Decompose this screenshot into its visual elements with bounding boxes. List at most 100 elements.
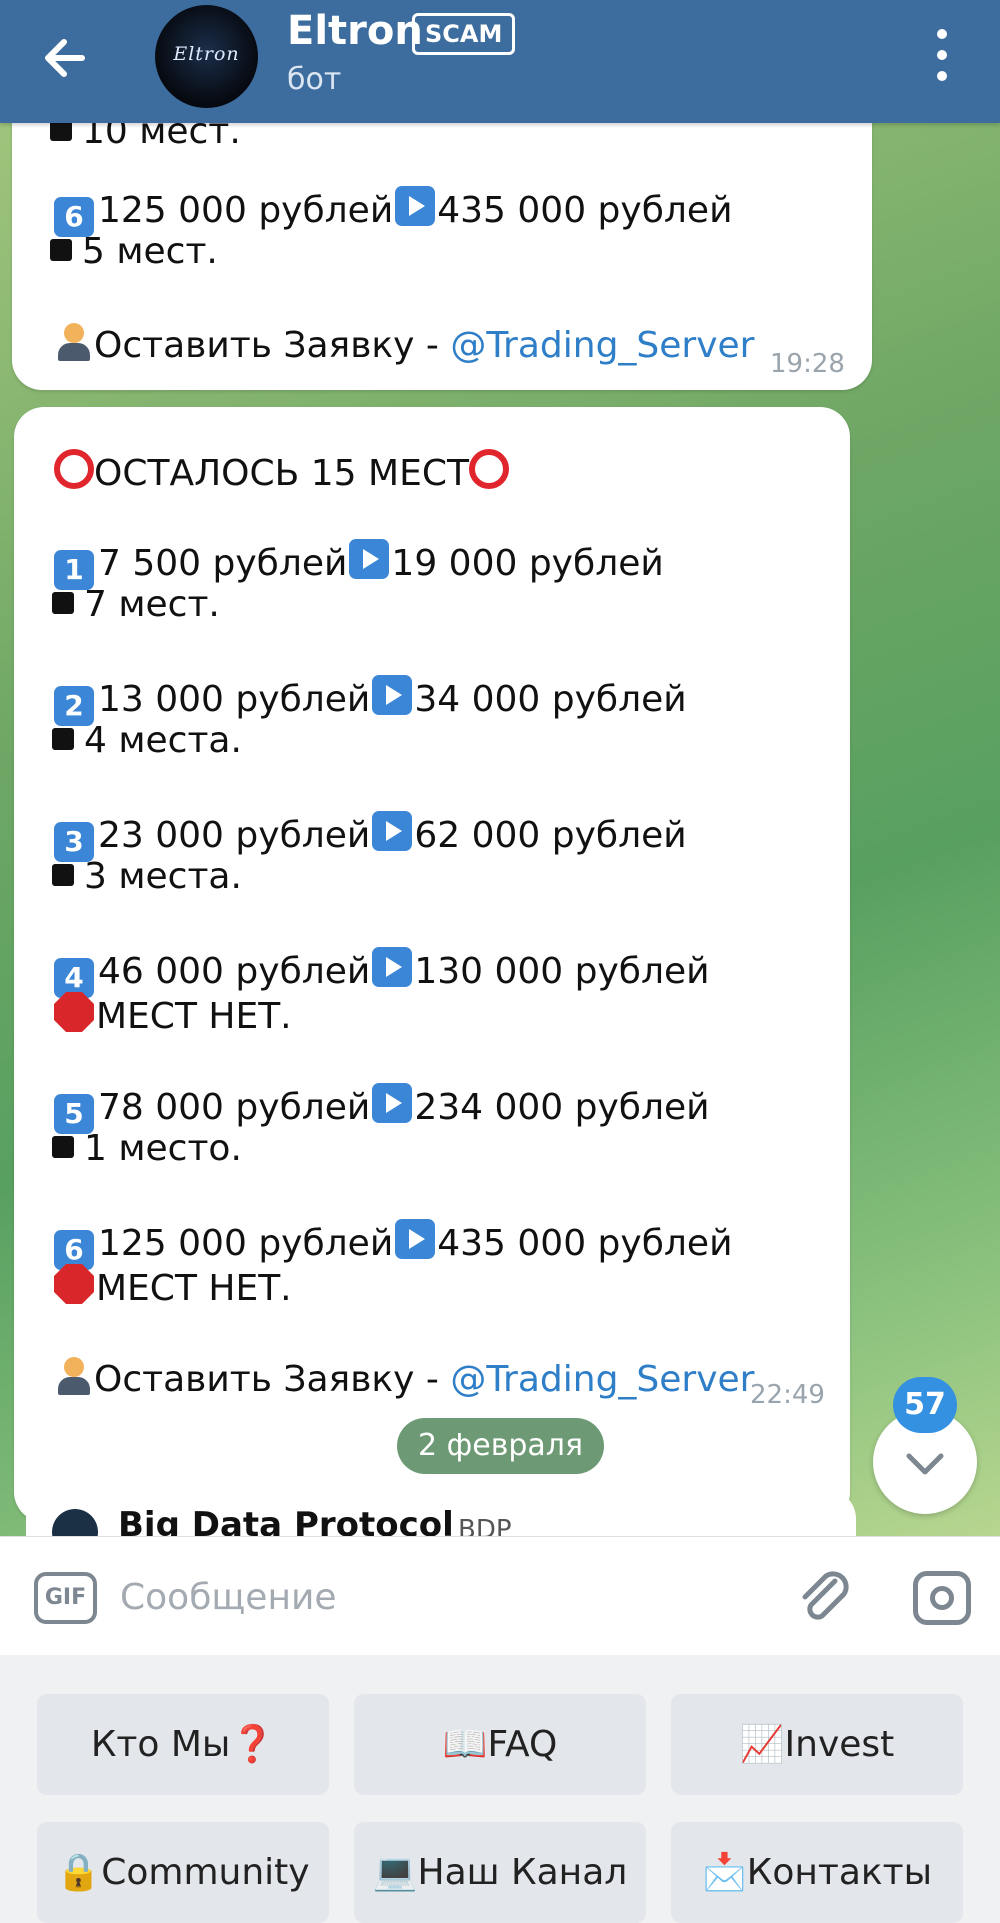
paperclip-icon[interactable] (795, 1567, 855, 1629)
offer-line: 3 23 000 рублей 62 000 рублей (54, 811, 687, 862)
black-square-icon (50, 123, 72, 141)
price-to: 234 000 рублей (414, 1087, 710, 1128)
lock-icon: 🔒 (56, 1852, 102, 1893)
price-to: 19 000 рублей (391, 543, 664, 584)
play-icon (372, 811, 413, 851)
keyboard-button-contacts[interactable]: 📩Контакты (671, 1822, 963, 1923)
button-label: Invest (784, 1724, 895, 1765)
unread-count-badge: 57 (893, 1377, 957, 1433)
price-from: 46 000 рублей (98, 951, 371, 992)
black-square-icon (52, 864, 74, 886)
offer-line: 5 78 000 рублей 234 000 рублей (54, 1083, 710, 1134)
black-square-icon (52, 728, 74, 750)
keyboard-button-community[interactable]: 🔒Community (37, 1822, 329, 1923)
chat-area[interactable]: 10 мест. 6 125 000 рублей 435 000 рублей 5… (0, 123, 1000, 1536)
message-time: 19:28 (770, 349, 845, 379)
price-to: 130 000 рублей (414, 951, 710, 992)
keyboard-button-invest[interactable]: 📈Invest (671, 1694, 963, 1795)
message-input-bar: GIF (0, 1536, 1000, 1655)
status-line: МЕСТ НЕТ. (54, 992, 292, 1037)
coin-ticker: BDP (458, 1515, 512, 1536)
coin-name: Big Data Protocol (118, 1505, 454, 1536)
price-to: 435 000 рублей (437, 190, 733, 231)
date-separator: 2 февраля (397, 1418, 604, 1474)
cta-text: Оставить Заявку - (94, 325, 451, 366)
message-bubble[interactable]: ОСТАЛОСЬ 15 МЕСТ 17 500 рублей 19 000 руб… (14, 407, 850, 1522)
offer-line: 4 46 000 рублей 130 000 рублей (54, 947, 710, 998)
button-label: Наш Канал (417, 1852, 628, 1893)
technologist-icon (54, 321, 94, 361)
more-menu-icon[interactable] (925, 25, 959, 85)
price-to: 435 000 рублей (437, 1223, 733, 1264)
button-label: Контакты (746, 1852, 933, 1893)
cta-text: Оставить Заявку - (94, 1359, 451, 1400)
price-from: 78 000 рублей (98, 1087, 371, 1128)
play-icon (349, 539, 390, 579)
message-bubble[interactable]: Big Data Protocol BDP (26, 1489, 856, 1536)
price-from: 125 000 рублей (98, 1223, 394, 1264)
mention-link[interactable]: @Trading_Server (450, 1359, 754, 1400)
gif-button[interactable]: GIF (34, 1572, 97, 1624)
camera-icon[interactable] (913, 1571, 971, 1625)
play-icon (395, 186, 436, 226)
heading-text: ОСТАЛОСЬ 15 МЕСТ (94, 453, 469, 494)
price-from: 13 000 рублей (98, 679, 371, 720)
back-arrow-icon[interactable] (30, 22, 102, 94)
button-label: Community (101, 1852, 310, 1893)
offer-line: 17 500 рублей 19 000 рублей (54, 539, 664, 590)
message-input[interactable] (120, 1565, 760, 1629)
message-line: 6 125 000 рублей 435 000 рублей (54, 186, 732, 237)
status-text: МЕСТ НЕТ. (96, 1268, 292, 1309)
laptop-icon: 💻 (372, 1852, 418, 1893)
avatar-logo-text: Eltron (173, 43, 240, 65)
technologist-icon (54, 1355, 94, 1395)
chat-header: Eltron Eltron SCAM бот (0, 0, 1000, 123)
offer-line: 6 125 000 рублей 435 000 рублей (54, 1219, 732, 1270)
offer-line: 2 13 000 рублей 34 000 рублей (54, 675, 687, 726)
black-square-icon (52, 1136, 74, 1158)
play-icon (372, 1083, 413, 1123)
message-line: 5 мест. (42, 231, 218, 272)
play-icon (395, 1219, 436, 1259)
cta-line: Оставить Заявку - @Trading_Server (54, 1355, 754, 1400)
red-circle-icon (468, 449, 509, 489)
status-line: 3 места. (44, 856, 242, 897)
play-icon (372, 947, 413, 987)
bot-keyboard: Кто Мы❓ 📖FAQ 📈Invest 🔒Community 💻Наш Кан… (0, 1655, 1000, 1923)
status-text: 10 мест. (82, 123, 241, 152)
button-label: FAQ (487, 1724, 558, 1765)
status-text: 4 места. (84, 720, 242, 761)
price-from: 125 000 рублей (98, 190, 394, 231)
message-line: 10 мест. (42, 123, 241, 152)
keyboard-button-our-channel[interactable]: 💻Наш Канал (354, 1822, 646, 1923)
keyboard-button-faq[interactable]: 📖FAQ (354, 1694, 646, 1795)
stop-sign-icon (54, 992, 94, 1032)
status-text: 5 мест. (82, 231, 218, 272)
black-square-icon (52, 592, 74, 614)
status-text: 1 место. (84, 1128, 242, 1169)
bdp-logo-icon (52, 1509, 98, 1536)
status-line: 4 места. (44, 720, 242, 761)
chart-increasing-icon: 📈 (739, 1724, 785, 1765)
status-text: 3 места. (84, 856, 242, 897)
status-line: 1 место. (44, 1128, 242, 1169)
envelope-arrow-icon: 📩 (701, 1852, 747, 1893)
scam-badge: SCAM (412, 13, 516, 55)
message-line: Оставить Заявку - @Trading_Server (54, 321, 754, 366)
red-circle-icon (54, 449, 94, 489)
status-text: МЕСТ НЕТ. (96, 996, 292, 1037)
avatar[interactable]: Eltron (155, 5, 258, 108)
button-label: Кто Мы (90, 1724, 231, 1765)
price-to: 62 000 рублей (414, 815, 687, 856)
status-line: 7 мест. (44, 584, 220, 625)
keyboard-button-who-we-are[interactable]: Кто Мы❓ (37, 1694, 329, 1795)
chat-subtitle: бот (287, 62, 342, 97)
message-time: 22:49 (750, 1380, 825, 1410)
message-bubble[interactable]: 10 мест. 6 125 000 рублей 435 000 рублей 5… (12, 123, 872, 390)
mention-link[interactable]: @Trading_Server (450, 325, 754, 366)
play-icon (372, 675, 413, 715)
price-from: 7 500 рублей (98, 543, 348, 584)
book-icon: 📖 (442, 1724, 488, 1765)
chat-title[interactable]: Eltron (287, 8, 423, 54)
question-mark-icon: ❓ (230, 1724, 276, 1765)
